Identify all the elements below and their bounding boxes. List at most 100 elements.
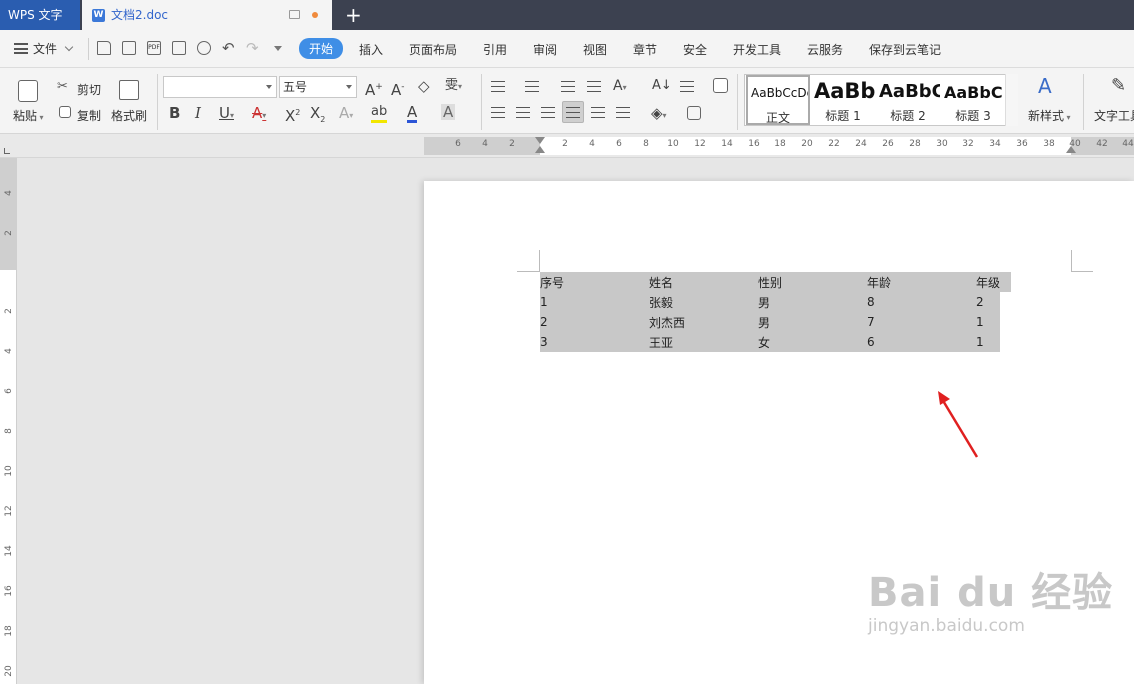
borders-icon[interactable]	[687, 106, 701, 120]
subscript-icon[interactable]: X2	[310, 105, 325, 128]
menu-tab-insert[interactable]: 插入	[359, 41, 383, 58]
increase-font-size-icon[interactable]: A+	[365, 79, 383, 98]
table-cell[interactable]: 2	[976, 292, 1001, 312]
character-shading-icon[interactable]: A	[441, 104, 456, 120]
font-name-select[interactable]	[163, 76, 277, 98]
sort-icon[interactable]: A↓	[652, 78, 672, 94]
right-indent-marker[interactable]	[1066, 146, 1076, 153]
ruler-label: 18	[774, 139, 786, 149]
divider	[737, 74, 738, 130]
menu-tab-cloud[interactable]: 云服务	[807, 41, 843, 58]
ruler-label: 6	[616, 139, 622, 149]
table-header-cell[interactable]: 年级	[976, 272, 1001, 292]
document-tab[interactable]: W 文档2.doc	[82, 0, 332, 30]
table-cell[interactable]: 女	[758, 332, 867, 352]
align-right-icon[interactable]	[541, 107, 555, 118]
app-tab[interactable]: WPS 文字	[0, 0, 80, 30]
menu-tab-developer[interactable]: 开发工具	[733, 41, 781, 58]
left-indent-marker[interactable]	[535, 146, 545, 153]
italic-icon[interactable]: I	[195, 105, 201, 121]
table-cell[interactable]: 7	[867, 312, 976, 332]
clear-format-icon[interactable]: ◇	[418, 78, 430, 94]
bold-icon[interactable]: B	[169, 105, 180, 121]
underline-icon[interactable]: U▾	[219, 105, 234, 124]
menu-tab-save-to-note[interactable]: 保存到云笔记	[869, 41, 941, 58]
text-direction-icon[interactable]: A▾	[613, 78, 627, 96]
table-cell[interactable]: 张毅	[649, 292, 758, 312]
customize-toolbar-icon[interactable]	[274, 46, 282, 51]
distributed-align-icon[interactable]	[591, 107, 605, 118]
table-cell[interactable]: 刘杰西	[649, 312, 758, 332]
copy-button[interactable]: 复制	[77, 107, 101, 124]
decrease-font-size-icon[interactable]: A-	[391, 79, 405, 98]
bullet-list-icon[interactable]	[491, 81, 505, 92]
table-cell[interactable]: 6	[867, 332, 976, 352]
cut-button[interactable]: 剪切	[77, 81, 101, 98]
styles-gallery-scrollbar[interactable]	[1005, 74, 1018, 126]
show-hide-marks-icon[interactable]	[713, 78, 728, 93]
text-effect-icon[interactable]: A▾	[339, 105, 353, 124]
vertical-ruler[interactable]: 4 2 2 4 6 8 10 12 14 16 18 20	[0, 158, 17, 684]
table-cell[interactable]: 王亚	[649, 332, 758, 352]
menu-tab-references[interactable]: 引用	[483, 41, 507, 58]
first-line-indent-marker[interactable]	[535, 137, 545, 144]
menu-tab-page-layout[interactable]: 页面布局	[409, 41, 457, 58]
new-style-button[interactable]: 新样式 ▾	[1028, 107, 1071, 124]
line-spacing-options-icon[interactable]	[680, 81, 694, 92]
print-icon[interactable]	[172, 41, 186, 55]
save-icon[interactable]	[122, 41, 136, 55]
export-pdf-icon[interactable]: PDF	[147, 41, 161, 55]
numbered-list-icon[interactable]	[525, 81, 539, 92]
paste-icon[interactable]	[18, 80, 38, 102]
font-color-icon[interactable]: A	[407, 104, 418, 123]
paste-button[interactable]: 粘贴 ▾	[13, 107, 44, 124]
menu-tab-review[interactable]: 审阅	[533, 41, 557, 58]
style-heading-2[interactable]: AaBbC 标题 2	[876, 75, 940, 125]
horizontal-ruler[interactable]: 6 4 2 2 4 6 8 10 12 14 16 18 20 22 24 26 28 30 32 34 36 38 40 4…	[0, 134, 1134, 158]
undo-icon[interactable]: ↶	[222, 39, 235, 57]
table-cell[interactable]: 男	[758, 292, 867, 312]
table-cell[interactable]: 1	[976, 312, 1001, 332]
style-normal[interactable]: AaBbCcDd 正文	[746, 75, 810, 125]
menu-tab-security[interactable]: 安全	[683, 41, 707, 58]
styles-gallery: AaBbCcDd 正文 AaBb 标题 1 AaBbC 标题 2 AaBbC 标…	[744, 74, 1018, 126]
table-cell[interactable]: 3	[540, 332, 649, 352]
menu-tab-view[interactable]: 视图	[583, 41, 607, 58]
file-menu-button[interactable]: 文件	[14, 40, 74, 57]
line-spacing-icon[interactable]	[616, 107, 630, 118]
ruler-label: 4	[482, 139, 488, 149]
style-heading-3[interactable]: AaBbC 标题 3	[941, 75, 1005, 125]
table-cell[interactable]: 1	[976, 332, 1001, 352]
align-center-icon[interactable]	[516, 107, 530, 118]
align-left-icon[interactable]	[491, 107, 505, 118]
table-cell[interactable]: 1	[540, 292, 649, 312]
format-painter-button[interactable]: 格式刷	[111, 107, 147, 124]
table-header-cell[interactable]: 性别	[758, 272, 867, 292]
table-header-cell[interactable]: 姓名	[649, 272, 758, 292]
superscript-icon[interactable]: X2	[285, 105, 300, 124]
decrease-indent-icon[interactable]	[561, 81, 575, 92]
increase-indent-icon[interactable]	[587, 81, 601, 92]
open-folder-icon[interactable]	[97, 41, 111, 55]
print-preview-icon[interactable]	[197, 41, 211, 55]
table-cell[interactable]: 男	[758, 312, 867, 332]
shading-icon[interactable]: ◈▾	[651, 105, 667, 124]
highlight-icon[interactable]: ab	[371, 104, 388, 123]
divider	[157, 74, 158, 130]
new-tab-button[interactable]: +	[345, 3, 362, 27]
monitor-icon[interactable]	[289, 10, 300, 19]
style-heading-1[interactable]: AaBb 标题 1	[811, 75, 875, 125]
tab-stop-selector-icon[interactable]	[4, 148, 10, 154]
menu-tab-section[interactable]: 章节	[633, 41, 657, 58]
student-table[interactable]: 序号 姓名 性别 年龄 年级 1 张毅 男 8 2 2 刘杰西 男 7 1 3 …	[540, 272, 1001, 352]
table-cell[interactable]: 2	[540, 312, 649, 332]
table-header-cell[interactable]: 序号	[540, 272, 649, 292]
menu-tab-home[interactable]: 开始	[299, 38, 344, 59]
table-cell[interactable]: 8	[867, 292, 976, 312]
text-tools-button[interactable]: 文字工具	[1094, 107, 1134, 124]
redo-icon[interactable]: ↷	[246, 39, 259, 57]
table-header-cell[interactable]: 年龄	[867, 272, 976, 292]
font-size-select[interactable]: 五号	[279, 76, 357, 98]
phonetic-guide-icon[interactable]: 雯▾	[445, 78, 462, 95]
strikethrough-icon[interactable]: A▾	[252, 105, 266, 124]
